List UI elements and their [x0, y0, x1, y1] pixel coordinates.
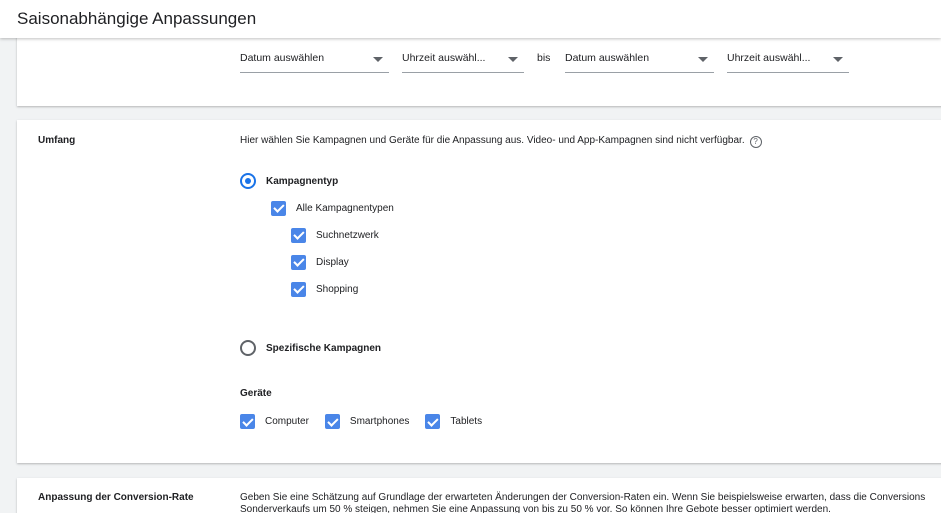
checkbox-display[interactable]: Display: [291, 254, 349, 270]
devices-label: Geräte: [240, 388, 272, 399]
checkbox-all-campaign-types-label: Alle Kampagnentypen: [296, 202, 394, 214]
checkbox-display-box[interactable]: [291, 254, 306, 270]
conversion-card: Anpassung der Conversion-Rate Geben Sie …: [17, 478, 941, 513]
checkbox-smartphones-label: Smartphones: [349, 416, 410, 427]
scope-description: Hier wählen Sie Kampagnen und Geräte für…: [240, 134, 762, 148]
page: Saisonabhängige Anpassungen Datum auswäh…: [0, 0, 941, 513]
devices-row: Computer Smartphones Tablets: [240, 414, 498, 429]
checkbox-display-label: Display: [316, 256, 349, 268]
checkbox-search-network-label: Suchnetzwerk: [316, 229, 379, 241]
date-range-card: Datum auswählen Uhrzeit auswähl... bis D…: [17, 30, 941, 106]
start-time-dropdown[interactable]: Uhrzeit auswähl...: [402, 46, 524, 73]
radio-specific-campaigns-button[interactable]: [240, 340, 256, 356]
chevron-down-icon: [833, 57, 843, 62]
checkbox-shopping-box[interactable]: [291, 281, 306, 297]
checkbox-tablets-box[interactable]: [425, 414, 441, 429]
radio-specific-campaigns-label: Spezifische Kampagnen: [266, 342, 382, 354]
conversion-description-line-2: Sonderverkaufs um 50 % steigen, nehmen S…: [240, 504, 831, 513]
checkbox-computer-label: Computer: [265, 416, 309, 427]
conversion-label: Anpassung der Conversion-Rate: [38, 492, 194, 503]
radio-campaign-type[interactable]: Kampagnentyp: [240, 172, 338, 190]
chevron-down-icon: [698, 57, 708, 62]
app-header: Saisonabhängige Anpassungen: [0, 0, 941, 38]
checkbox-tablets-label: Tablets: [450, 416, 483, 427]
end-time-value: Uhrzeit auswähl...: [727, 52, 811, 64]
start-time-value: Uhrzeit auswähl...: [402, 52, 486, 64]
checkbox-computer[interactable]: Computer: [240, 414, 309, 429]
scope-label: Umfang: [38, 135, 76, 146]
end-time-dropdown[interactable]: Uhrzeit auswähl...: [727, 46, 849, 73]
chevron-down-icon: [508, 57, 518, 62]
help-icon[interactable]: ?: [749, 136, 762, 148]
radio-campaign-type-button[interactable]: [240, 173, 256, 189]
checkbox-all-campaign-types-box[interactable]: [271, 200, 286, 216]
checkbox-smartphones-box[interactable]: [324, 414, 340, 429]
checkbox-shopping[interactable]: Shopping: [291, 281, 358, 297]
checkbox-smartphones[interactable]: Smartphones: [324, 414, 410, 429]
checkbox-computer-box[interactable]: [240, 414, 255, 429]
start-date-value: Datum auswählen: [240, 52, 325, 64]
checkbox-shopping-label: Shopping: [316, 283, 359, 295]
scope-card: Umfang Hier wählen Sie Kampagnen und Ger…: [17, 120, 941, 463]
page-title: Saisonabhängige Anpassungen: [17, 9, 257, 28]
end-date-value: Datum auswählen: [565, 52, 650, 64]
scope-description-text: Hier wählen Sie Kampagnen und Geräte für…: [240, 135, 745, 146]
start-date-dropdown[interactable]: Datum auswählen: [240, 46, 389, 73]
checkbox-tablets[interactable]: Tablets: [425, 414, 482, 429]
chevron-down-icon: [373, 57, 383, 62]
radio-campaign-type-label: Kampagnentyp: [266, 175, 339, 187]
end-date-dropdown[interactable]: Datum auswählen: [565, 46, 714, 73]
checkbox-search-network-box[interactable]: [291, 227, 306, 243]
radio-specific-campaigns[interactable]: Spezifische Kampagnen: [240, 339, 381, 357]
checkbox-search-network[interactable]: Suchnetzwerk: [291, 227, 379, 243]
checkbox-all-campaign-types[interactable]: Alle Kampagnentypen: [271, 200, 394, 216]
range-separator: bis: [537, 52, 551, 64]
